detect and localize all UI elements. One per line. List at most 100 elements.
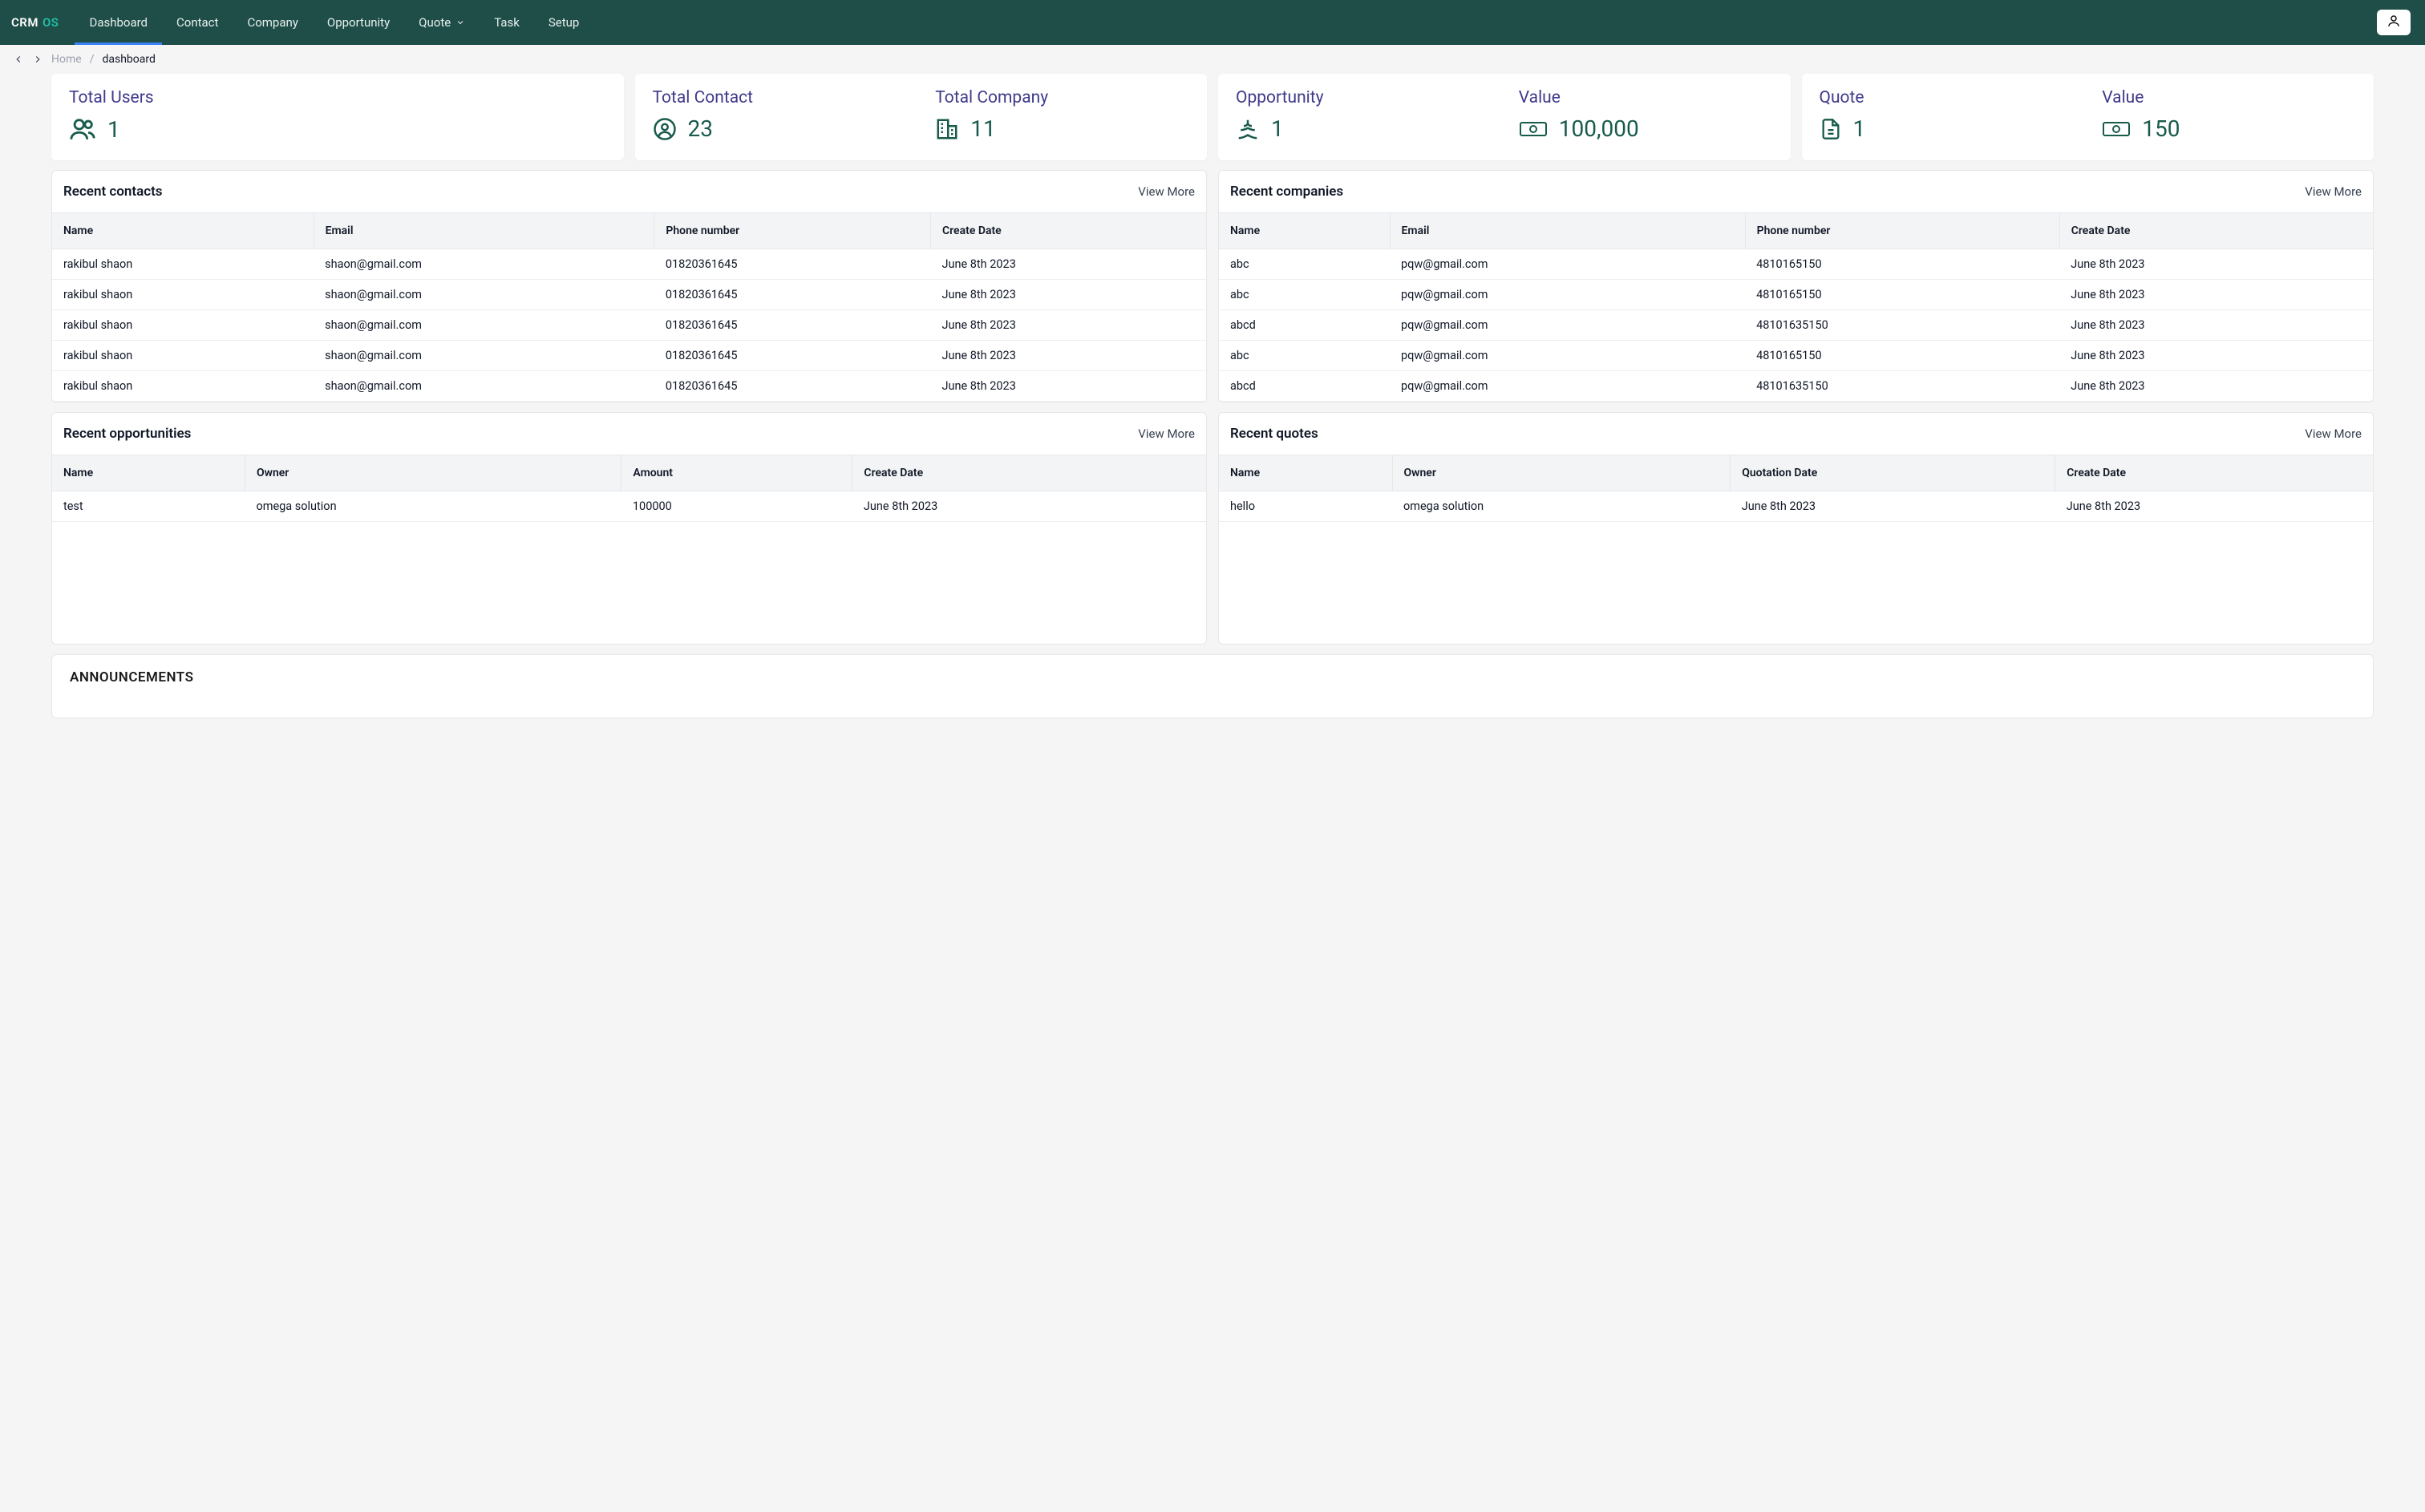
forward-icon[interactable] bbox=[32, 54, 43, 65]
col-name: Name bbox=[1219, 213, 1390, 249]
recent-contacts-title: Recent contacts bbox=[63, 184, 163, 200]
table-row[interactable]: abcpqw@gmail.com4810165150June 8th 2023 bbox=[1219, 249, 2373, 280]
col-date: Create Date bbox=[2059, 213, 2373, 249]
cell-email: shaon@gmail.com bbox=[314, 249, 654, 280]
col-date: Create Date bbox=[2055, 455, 2373, 491]
table-row[interactable]: helloomega solutionJune 8th 2023June 8th… bbox=[1219, 491, 2373, 522]
kpi-users-value: 1 bbox=[107, 116, 120, 143]
users-icon bbox=[69, 115, 96, 143]
nav-task[interactable]: Task bbox=[480, 0, 534, 45]
table-row[interactable]: rakibul shaonshaon@gmail.com01820361645J… bbox=[52, 280, 1206, 310]
cell-date: June 8th 2023 bbox=[2055, 491, 2373, 522]
cell-date: June 8th 2023 bbox=[2059, 280, 2373, 310]
nav: Dashboard Contact Company Opportunity Qu… bbox=[75, 0, 593, 45]
col-name: Name bbox=[52, 213, 314, 249]
cell-date: June 8th 2023 bbox=[2059, 371, 2373, 402]
recent-contacts-card: Recent contacts View More Name Email Pho… bbox=[51, 170, 1207, 402]
nav-opportunity[interactable]: Opportunity bbox=[313, 0, 404, 45]
cell-owner: omega solution bbox=[1392, 491, 1731, 522]
kpi-contact-value: 23 bbox=[688, 115, 713, 142]
cell-date: June 8th 2023 bbox=[931, 341, 1207, 371]
nav-label: Quote bbox=[419, 15, 451, 30]
nav-setup[interactable]: Setup bbox=[534, 0, 593, 45]
announcements-title: ANNOUNCEMENTS bbox=[70, 669, 2355, 685]
contact-icon bbox=[653, 117, 677, 141]
table-row[interactable]: abcdpqw@gmail.com48101635150June 8th 202… bbox=[1219, 371, 2373, 402]
table-row[interactable]: abcpqw@gmail.com4810165150June 8th 2023 bbox=[1219, 341, 2373, 371]
brand-crm: CRM bbox=[11, 15, 38, 30]
cell-email: shaon@gmail.com bbox=[314, 371, 654, 402]
document-icon bbox=[1820, 117, 1842, 141]
nav-contact[interactable]: Contact bbox=[162, 0, 233, 45]
cell-phone: 48101635150 bbox=[1745, 371, 2059, 402]
kpi-users-label: Total Users bbox=[69, 88, 606, 107]
kpi-quoteval-value: 150 bbox=[2142, 115, 2180, 142]
kpi-company-value: 11 bbox=[970, 115, 995, 142]
col-owner: Owner bbox=[245, 455, 621, 491]
breadcrumb-current: dashboard bbox=[102, 53, 155, 66]
col-owner: Owner bbox=[1392, 455, 1731, 491]
kpi-quote-value: 1 bbox=[1853, 115, 1866, 142]
cell-name: hello bbox=[1219, 491, 1392, 522]
back-icon[interactable] bbox=[13, 54, 24, 65]
cell-email: shaon@gmail.com bbox=[314, 310, 654, 341]
cell-name: rakibul shaon bbox=[52, 310, 314, 341]
table-row[interactable]: testomega solution100000June 8th 2023 bbox=[52, 491, 1206, 522]
col-phone: Phone number bbox=[654, 213, 931, 249]
cell-date: June 8th 2023 bbox=[852, 491, 1206, 522]
table-row[interactable]: abcdpqw@gmail.com48101635150June 8th 202… bbox=[1219, 310, 2373, 341]
cell-date: June 8th 2023 bbox=[2059, 249, 2373, 280]
table-row[interactable]: rakibul shaonshaon@gmail.com01820361645J… bbox=[52, 249, 1206, 280]
col-phone: Phone number bbox=[1745, 213, 2059, 249]
col-email: Email bbox=[314, 213, 654, 249]
money-icon bbox=[2102, 119, 2131, 139]
brand[interactable]: CRM OS bbox=[11, 15, 59, 30]
topbar: CRM OS Dashboard Contact Company Opportu… bbox=[0, 0, 2425, 45]
cell-name: abc bbox=[1219, 341, 1390, 371]
cell-date: June 8th 2023 bbox=[931, 310, 1207, 341]
table-row[interactable]: abcpqw@gmail.com4810165150June 8th 2023 bbox=[1219, 280, 2373, 310]
kpi-users: Total Users 1 bbox=[51, 74, 624, 160]
cell-phone: 01820361645 bbox=[654, 371, 931, 402]
opportunities-viewmore[interactable]: View More bbox=[1138, 427, 1195, 441]
breadcrumb-sep: / bbox=[90, 53, 95, 66]
cell-name: abcd bbox=[1219, 371, 1390, 402]
col-qdate: Quotation Date bbox=[1731, 455, 2055, 491]
nav-company[interactable]: Company bbox=[233, 0, 312, 45]
opportunities-table: Name Owner Amount Create Date testomega … bbox=[52, 455, 1206, 522]
user-icon bbox=[2387, 14, 2401, 31]
quotes-table: Name Owner Quotation Date Create Date he… bbox=[1219, 455, 2373, 522]
kpi-quote-value: Quote 1 Value 150 bbox=[1802, 74, 2374, 160]
table-row[interactable]: rakibul shaonshaon@gmail.com01820361645J… bbox=[52, 310, 1206, 341]
kpi-opp-value: 1 bbox=[1271, 115, 1284, 142]
cell-phone: 4810165150 bbox=[1745, 249, 2059, 280]
cell-email: pqw@gmail.com bbox=[1390, 249, 1745, 280]
breadcrumb-home[interactable]: Home bbox=[51, 53, 82, 66]
recent-companies-card: Recent companies View More Name Email Ph… bbox=[1218, 170, 2374, 402]
user-menu-button[interactable] bbox=[2377, 10, 2411, 35]
nav-dashboard[interactable]: Dashboard bbox=[75, 0, 162, 45]
cell-phone: 48101635150 bbox=[1745, 310, 2059, 341]
kpi-contact-company: Total Contact 23 Total Company 11 bbox=[635, 74, 1208, 160]
cell-email: pqw@gmail.com bbox=[1390, 341, 1745, 371]
nav-label: Setup bbox=[549, 15, 579, 30]
kpi-oppval-value: 100,000 bbox=[1559, 115, 1639, 142]
table-row[interactable]: rakibul shaonshaon@gmail.com01820361645J… bbox=[52, 341, 1206, 371]
cell-phone: 01820361645 bbox=[654, 310, 931, 341]
contacts-table: Name Email Phone number Create Date raki… bbox=[52, 212, 1206, 402]
nav-quote[interactable]: Quote bbox=[404, 0, 480, 45]
table-row[interactable]: rakibul shaonshaon@gmail.com01820361645J… bbox=[52, 371, 1206, 402]
col-email: Email bbox=[1390, 213, 1745, 249]
chevron-down-icon bbox=[455, 18, 465, 27]
cell-email: shaon@gmail.com bbox=[314, 280, 654, 310]
companies-viewmore[interactable]: View More bbox=[2305, 184, 2362, 199]
nav-label: Task bbox=[494, 15, 520, 30]
kpi-oppval-label: Value bbox=[1519, 88, 1773, 107]
kpi-opportunity-value: Opportunity 1 Value 100,000 bbox=[1218, 74, 1791, 160]
quotes-viewmore[interactable]: View More bbox=[2305, 427, 2362, 441]
col-name: Name bbox=[1219, 455, 1392, 491]
kpi-quoteval-label: Value bbox=[2102, 88, 2356, 107]
cell-name: test bbox=[52, 491, 245, 522]
contacts-viewmore[interactable]: View More bbox=[1138, 184, 1195, 199]
col-name: Name bbox=[52, 455, 245, 491]
